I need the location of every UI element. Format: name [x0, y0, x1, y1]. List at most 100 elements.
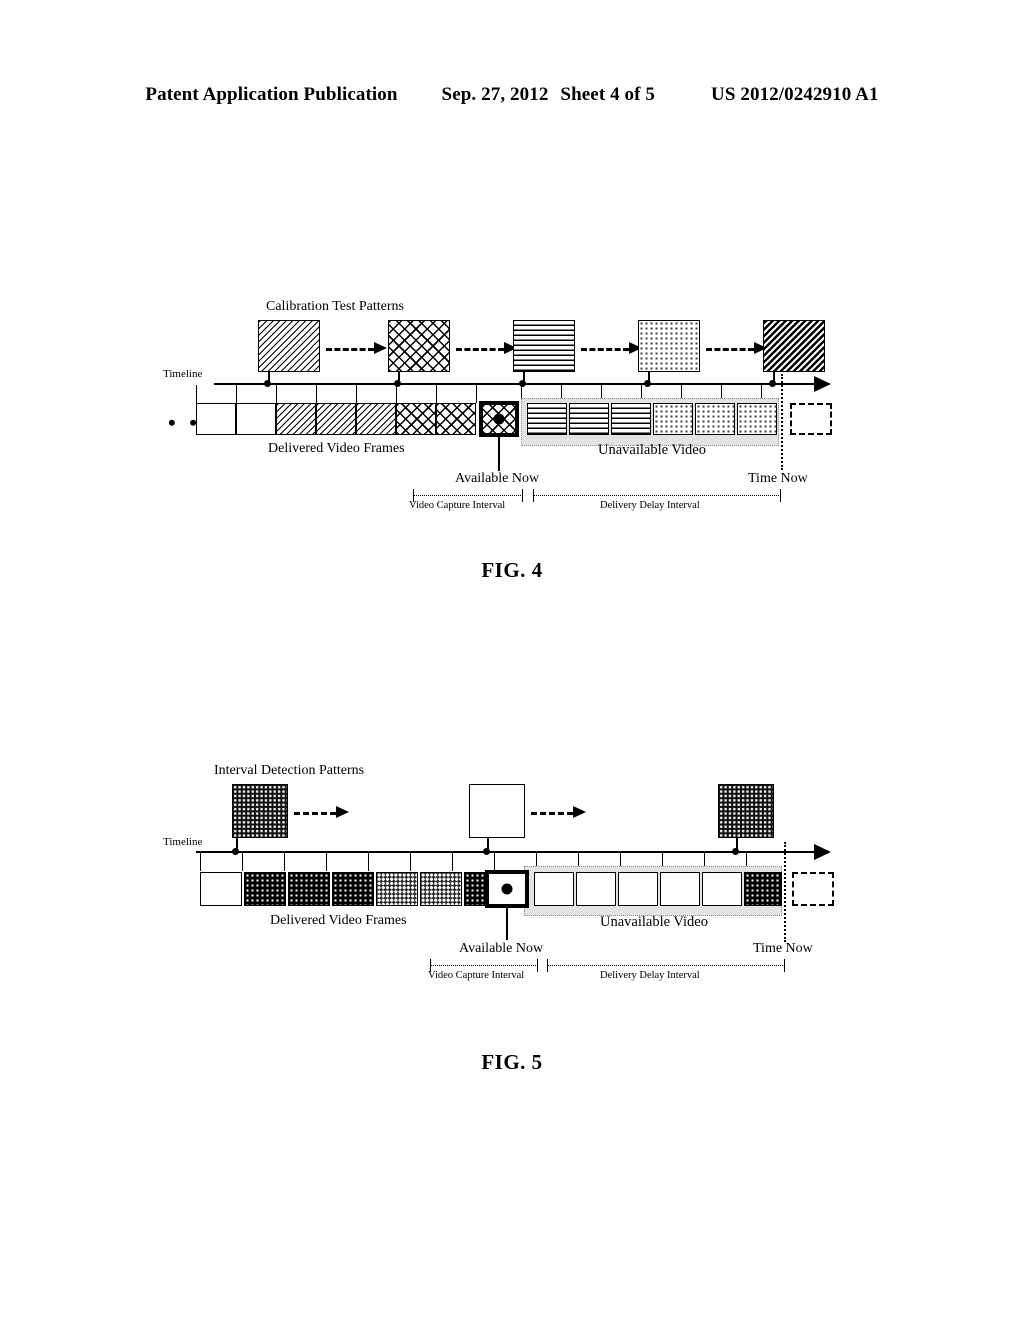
- calibration-test-patterns-title: Calibration Test Patterns: [266, 299, 404, 314]
- available-now-dot: [501, 883, 513, 895]
- interval-detection-patterns-title: Interval Detection Patterns: [214, 763, 365, 778]
- available-now-frame: [479, 401, 519, 437]
- figure-5-caption: FIG. 5: [481, 1050, 543, 1074]
- header-sheet-number: Sheet 4 of 5: [560, 84, 656, 105]
- measure-cap: [780, 489, 781, 502]
- video-frame: [200, 872, 242, 906]
- video-frame: [611, 403, 651, 435]
- video-frame: [436, 403, 476, 435]
- video-frame: [527, 403, 567, 435]
- timeline-axis: [214, 383, 814, 385]
- video-frame: [702, 872, 742, 906]
- pattern-box-1: [232, 784, 288, 838]
- flow-arrow-2: [456, 348, 504, 351]
- timeline-tick: [236, 385, 237, 403]
- future-frame: [792, 872, 834, 906]
- video-capture-interval-label: Video Capture Interval: [428, 970, 525, 981]
- available-now-frame: [485, 870, 529, 908]
- time-now-label: Time Now: [753, 941, 813, 956]
- timeline-marker-1: [232, 848, 239, 855]
- available-now-pointer: [498, 437, 500, 471]
- figure-4: Calibration Test Patterns Timeline • Del…: [0, 290, 1024, 610]
- video-frame: [744, 872, 782, 906]
- header-date: Sep. 27, 2012: [441, 84, 549, 105]
- figure-4-caption: FIG. 4: [481, 558, 543, 582]
- available-now-label: Available Now: [455, 471, 540, 486]
- pattern-box-1: [258, 320, 320, 372]
- video-frame: [618, 872, 658, 906]
- time-now-label: Time Now: [748, 471, 808, 486]
- timeline-marker-1: [264, 380, 271, 387]
- timeline-tick: [242, 853, 243, 871]
- timeline-tick: [356, 385, 357, 403]
- future-frame: [790, 403, 832, 435]
- available-now-dot: [493, 413, 505, 425]
- flow-arrow-1: [326, 348, 374, 351]
- measure-cap: [547, 959, 548, 972]
- timeline-tick: [200, 853, 201, 871]
- timeline-tick: [396, 385, 397, 403]
- timeline-marker-5: [769, 380, 776, 387]
- video-frame: [396, 403, 436, 435]
- time-now-label-line: [784, 842, 786, 942]
- delivery-delay-interval-label: Delivery Delay Interval: [600, 970, 700, 981]
- video-frame: [236, 403, 276, 435]
- pattern-box-2: [469, 784, 525, 838]
- timeline-marker-2: [483, 848, 490, 855]
- unavailable-video-label: Unavailable Video: [600, 914, 708, 930]
- video-frame: [356, 403, 396, 435]
- video-frame: [576, 872, 616, 906]
- figure-4-diagram: Calibration Test Patterns Timeline • Del…: [0, 290, 1024, 520]
- video-capture-interval-label: Video Capture Interval: [409, 500, 506, 511]
- timeline-tick: [436, 385, 437, 403]
- timeline-tick: [316, 385, 317, 403]
- flow-arrow-head-1: [336, 806, 349, 818]
- timeline-arrow-head: [814, 376, 831, 392]
- timeline-axis: [196, 851, 814, 853]
- timeline-label: Timeline: [163, 368, 203, 380]
- flow-arrow-1: [294, 812, 336, 815]
- header-publication: Patent Application Publication: [145, 84, 398, 105]
- delivery-delay-interval-bar: [547, 965, 785, 966]
- video-frame: [737, 403, 777, 435]
- video-frame: [660, 872, 700, 906]
- video-frame: [653, 403, 693, 435]
- flow-arrow-2: [531, 812, 573, 815]
- timeline-label: Timeline: [163, 836, 203, 848]
- pattern-box-2: [388, 320, 450, 372]
- delivery-delay-interval-label: Delivery Delay Interval: [600, 500, 700, 511]
- timeline-arrow-head: [814, 844, 831, 860]
- timeline-tick: [452, 853, 453, 871]
- measure-cap: [784, 959, 785, 972]
- delivered-video-frames-label: Delivered Video Frames: [268, 441, 405, 456]
- timeline-marker-4: [644, 380, 651, 387]
- timeline-tick: [494, 853, 495, 871]
- flow-arrow-3: [581, 348, 629, 351]
- measure-cap: [533, 489, 534, 502]
- measure-cap: [522, 489, 523, 502]
- timeline-tick: [196, 385, 197, 403]
- video-frame: [316, 403, 356, 435]
- figure-5-diagram: Interval Detection Patterns Timeline Del…: [0, 752, 1024, 982]
- video-frame: [276, 403, 316, 435]
- timeline-tick: [276, 385, 277, 403]
- video-frame: [196, 403, 236, 435]
- timeline-tick: [476, 385, 477, 403]
- video-capture-interval-bar: [430, 965, 538, 966]
- video-frame: [534, 872, 574, 906]
- pattern-box-5: [763, 320, 825, 372]
- video-frame: [332, 872, 374, 906]
- timeline-tick: [410, 853, 411, 871]
- pattern-box-3: [513, 320, 575, 372]
- timeline-tick: [326, 853, 327, 871]
- delivered-video-frames-label: Delivered Video Frames: [270, 913, 407, 928]
- timeline-tick: [368, 853, 369, 871]
- timeline-tick: [284, 853, 285, 871]
- flow-arrow-4: [706, 348, 754, 351]
- video-capture-interval-bar: [413, 495, 523, 496]
- available-now-pointer: [506, 908, 508, 940]
- page-header: Patent Application Publication Sep. 27, …: [0, 84, 1024, 106]
- figure-5: Interval Detection Patterns Timeline Del…: [0, 752, 1024, 1092]
- video-frame: [569, 403, 609, 435]
- video-frame: [244, 872, 286, 906]
